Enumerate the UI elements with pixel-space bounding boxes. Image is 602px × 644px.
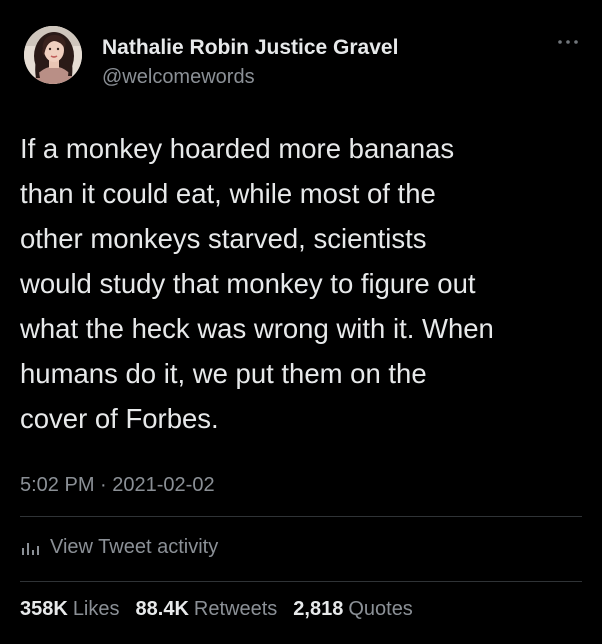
tweet-card: Nathalie Robin Justice Gravel @welcomewo… — [0, 0, 602, 644]
display-name[interactable]: Nathalie Robin Justice Gravel — [102, 36, 398, 60]
view-tweet-activity-label: View Tweet activity — [50, 535, 219, 558]
avatar[interactable] — [24, 26, 82, 84]
retweets-label: Retweets — [193, 598, 278, 620]
divider — [20, 581, 582, 582]
retweets-count: 88.4K — [135, 598, 189, 620]
divider — [20, 516, 582, 517]
profile-photo-icon — [24, 26, 82, 84]
quotes-stat[interactable]: 2,818 Quotes — [293, 598, 413, 621]
tweet-timestamp[interactable]: 5:02 PM · 2021-02-02 — [20, 474, 215, 497]
meta-separator: · — [100, 474, 107, 496]
quotes-count: 2,818 — [293, 598, 344, 620]
tweet-text: If a monkey hoarded more bananas than it… — [20, 133, 494, 434]
likes-label: Likes — [72, 598, 120, 620]
tweet-date: 2021-02-02 — [112, 474, 215, 496]
more-icon[interactable] — [556, 36, 580, 48]
bar-chart-icon — [22, 543, 39, 555]
view-tweet-activity-button[interactable]: View Tweet activity — [20, 534, 218, 560]
likes-count: 358K — [20, 598, 68, 620]
tweet-time: 5:02 PM — [20, 474, 95, 496]
quotes-label: Quotes — [348, 598, 413, 620]
user-handle[interactable]: @welcomewords — [102, 66, 255, 89]
tweet-stats: 358K Likes 88.4K Retweets 2,818 Quotes — [20, 598, 413, 621]
retweets-stat[interactable]: 88.4K Retweets — [136, 598, 278, 621]
likes-stat[interactable]: 358K Likes — [20, 598, 120, 621]
